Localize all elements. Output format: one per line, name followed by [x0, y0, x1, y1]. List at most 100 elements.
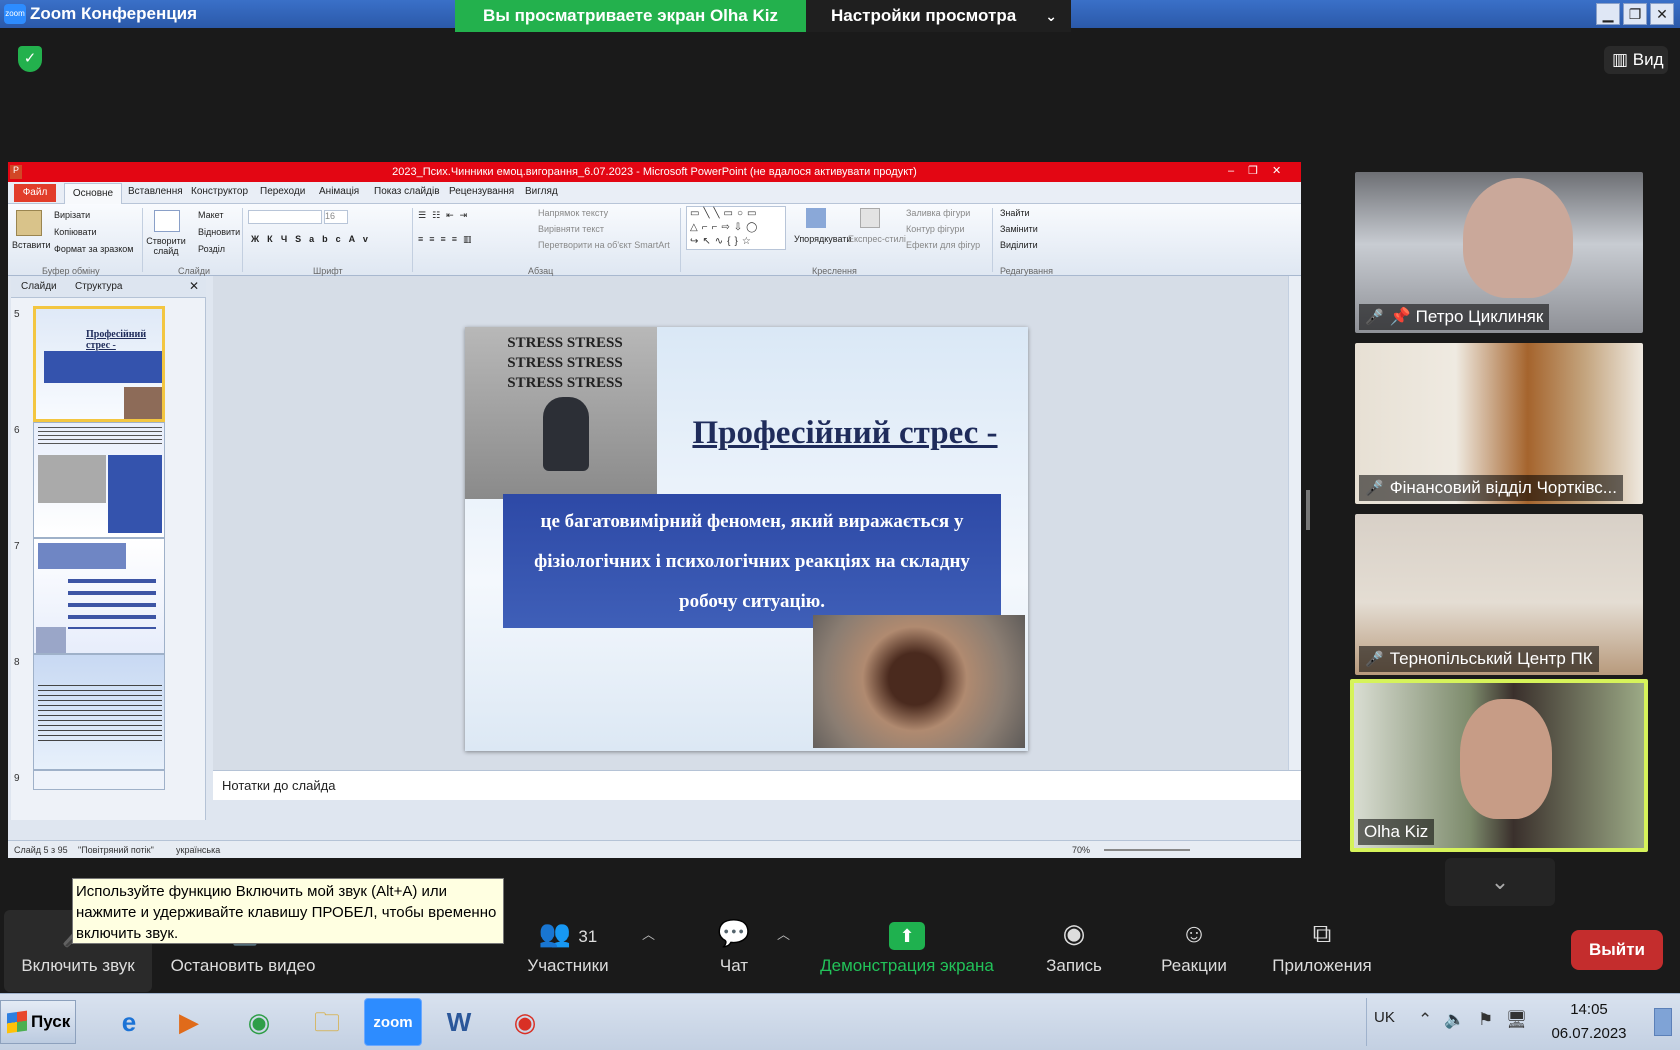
- media-player-icon[interactable]: ▶: [160, 998, 218, 1046]
- group-drawing: Креслення: [812, 266, 857, 276]
- font-size-select[interactable]: 16: [324, 210, 348, 224]
- ppt-ribbon-tabs: Файл Основне Вставлення Конструктор Пере…: [8, 182, 1301, 204]
- participant-name-bar: 🎤 📌 Петро Циклиняк: [1359, 304, 1550, 330]
- tab-home[interactable]: Основне: [64, 183, 122, 204]
- chrome-profile-icon[interactable]: ◉: [496, 998, 554, 1046]
- internet-explorer-icon[interactable]: e: [100, 998, 158, 1046]
- tab-view[interactable]: Вигляд: [525, 186, 558, 197]
- reset-button[interactable]: Відновити: [198, 227, 240, 237]
- slide-thumbnail-7[interactable]: [33, 538, 165, 654]
- thumb-text: [38, 685, 162, 741]
- chat-button[interactable]: 💬 Чат: [704, 910, 764, 992]
- find-button[interactable]: Знайти: [1000, 208, 1030, 218]
- font-name-select[interactable]: [248, 210, 322, 224]
- section-button[interactable]: Розділ: [198, 244, 225, 254]
- shapes-gallery[interactable]: ▭╲╲▭○▭ △⌐⌐⇨⇩◯ ↪↖∿{}☆: [686, 206, 786, 250]
- align-buttons[interactable]: ≡≡≡≡▥: [418, 234, 478, 245]
- cut-button[interactable]: Вирізати: [54, 210, 90, 220]
- shape-effects-button[interactable]: Ефекти для фігур: [906, 240, 980, 250]
- chrome-icon[interactable]: ◉: [230, 998, 288, 1046]
- arrange-button[interactable]: Упорядкувати: [794, 234, 851, 244]
- shape-fill-button[interactable]: Заливка фігури: [906, 208, 970, 218]
- tab-design[interactable]: Конструктор: [191, 186, 248, 197]
- vertical-scrollbar[interactable]: [1288, 276, 1301, 770]
- new-slide-icon[interactable]: [154, 210, 180, 232]
- arrange-icon[interactable]: [806, 208, 826, 228]
- slide-thumbnail-5[interactable]: Професійний стрес -: [33, 306, 165, 422]
- volume-icon[interactable]: 🔈: [1444, 1010, 1465, 1030]
- smartart-button[interactable]: Перетворити на об'єкт SmartArt: [538, 240, 670, 250]
- tab-outline[interactable]: Структура: [75, 281, 122, 292]
- replace-button[interactable]: Замінити: [1000, 224, 1038, 234]
- tab-animations[interactable]: Анімація: [319, 186, 359, 197]
- notes-field[interactable]: Нотатки до слайда: [213, 770, 1301, 800]
- reactions-button[interactable]: ☺ Реакции: [1154, 910, 1234, 992]
- tab-file[interactable]: Файл: [14, 184, 56, 202]
- record-button[interactable]: ◉ Запись: [1036, 910, 1112, 992]
- slide-thumbnail-8[interactable]: [33, 654, 165, 770]
- slide-thumbnail-9[interactable]: [33, 770, 165, 790]
- paste-icon[interactable]: [16, 210, 42, 236]
- leave-button[interactable]: Выйти: [1571, 930, 1663, 970]
- tab-slides[interactable]: Слайди: [21, 281, 57, 292]
- participant-name: Тернопільський Центр ПК: [1389, 649, 1593, 668]
- quick-styles-button[interactable]: Експрес-стилі: [848, 234, 906, 244]
- network-icon[interactable]: 🖥: [1506, 1010, 1528, 1030]
- action-center-flag-icon[interactable]: ⚑: [1478, 1010, 1493, 1030]
- paste-button[interactable]: Вставити: [12, 240, 51, 250]
- tab-transitions[interactable]: Переходи: [260, 186, 305, 197]
- font-format-buttons[interactable]: ЖКЧSabcAv: [251, 234, 376, 244]
- show-desktop-button[interactable]: [1654, 1008, 1672, 1036]
- stress-words-art: STRESS STRESS STRESS STRESS STRESS STRES…: [507, 335, 623, 391]
- thumb-title: [38, 543, 126, 569]
- list-buttons[interactable]: ☰☷⇤⇥: [418, 210, 473, 221]
- status-zoom[interactable]: 70%: [1072, 841, 1090, 858]
- participant-tile[interactable]: 🎤 Фінансовий відділ Чортківс...: [1355, 343, 1643, 504]
- close-button[interactable]: ✕: [1650, 3, 1674, 25]
- view-settings-dropdown[interactable]: Настройки просмотра ⌄: [806, 0, 1071, 32]
- minimize-button[interactable]: ▁: [1596, 3, 1620, 25]
- security-shield-icon[interactable]: ✓: [18, 46, 42, 72]
- chat-caret-icon[interactable]: ︿: [777, 924, 790, 943]
- participants-count: 31: [578, 927, 598, 946]
- participant-tile[interactable]: 🎤 📌 Петро Циклиняк: [1355, 172, 1643, 333]
- zoom-taskbar-icon[interactable]: zoom: [364, 998, 422, 1046]
- group-font: Шрифт: [313, 266, 343, 276]
- shape-outline-button[interactable]: Контур фігури: [906, 224, 964, 234]
- participant-tile[interactable]: 🎤 Тернопільський Центр ПК: [1355, 514, 1643, 675]
- view-button[interactable]: ▥ Вид: [1604, 46, 1668, 74]
- align-text-button[interactable]: Вирівняти текст: [538, 224, 604, 234]
- participants-caret-icon[interactable]: ︿: [642, 924, 655, 943]
- format-painter-button[interactable]: Формат за зразком: [54, 244, 134, 254]
- quick-styles-icon[interactable]: [860, 208, 880, 228]
- status-slide: Слайд 5 з 95: [14, 845, 68, 855]
- slide-thumbnail-6[interactable]: [33, 422, 165, 538]
- select-button[interactable]: Виділити: [1000, 240, 1038, 250]
- share-screen-button[interactable]: ⬆ Демонстрация экрана: [812, 910, 1002, 992]
- text-direction-button[interactable]: Напрямок тексту: [538, 208, 608, 218]
- copy-button[interactable]: Копіювати: [54, 227, 97, 237]
- zoom-slider[interactable]: [1104, 849, 1190, 851]
- tab-insert[interactable]: Вставлення: [128, 186, 183, 197]
- new-slide-button[interactable]: Створити слайд: [146, 236, 186, 256]
- resize-handle[interactable]: [1306, 490, 1310, 530]
- active-speaker-tile[interactable]: Olha Kiz: [1350, 679, 1648, 852]
- grid-icon: ▥: [1612, 50, 1629, 69]
- keyboard-language[interactable]: UK: [1374, 1009, 1395, 1026]
- clock-time: 14:05: [1570, 1001, 1608, 1018]
- word-icon[interactable]: W: [430, 998, 488, 1046]
- apps-label: Приложения: [1272, 956, 1372, 975]
- start-button[interactable]: Пуск: [0, 1000, 76, 1044]
- scroll-participants-button[interactable]: ⌄: [1445, 858, 1555, 906]
- apps-button[interactable]: ⧉ Приложения: [1264, 910, 1380, 992]
- clock[interactable]: 14:05 06.07.2023: [1530, 998, 1648, 1046]
- layout-button[interactable]: Макет: [198, 210, 223, 220]
- slide-body-text: це багатовимірний феномен, який виражаєт…: [534, 511, 970, 612]
- participants-button[interactable]: 👥 31 Участники: [518, 910, 618, 992]
- tab-review[interactable]: Рецензування: [449, 186, 514, 197]
- tab-slideshow[interactable]: Показ слайдів: [374, 186, 440, 197]
- close-pane-icon[interactable]: ✕: [189, 279, 199, 293]
- show-hidden-icons-icon[interactable]: ⌃: [1418, 1010, 1432, 1030]
- maximize-button[interactable]: ❐: [1623, 3, 1647, 25]
- file-explorer-icon[interactable]: 🗀: [298, 998, 356, 1046]
